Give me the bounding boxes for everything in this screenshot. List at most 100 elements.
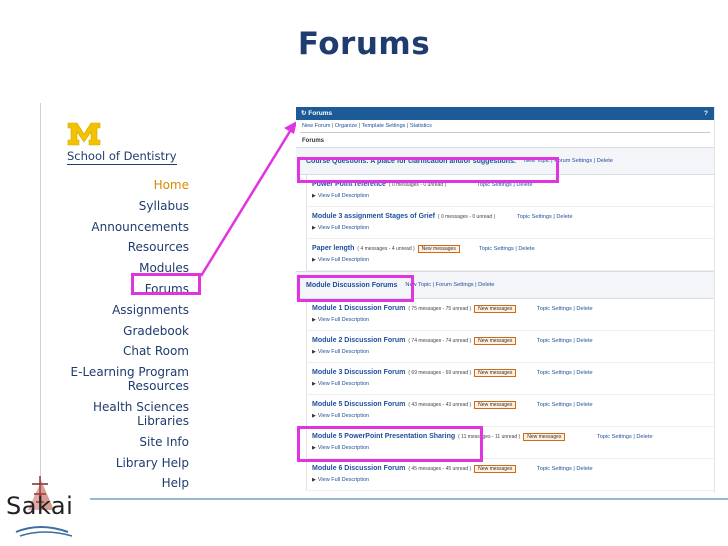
- topic-actions: Topic Settings | Delete: [537, 370, 593, 376]
- topic-title[interactable]: Module 3 Discussion Forum: [312, 369, 405, 376]
- view-description-link[interactable]: View Full Description: [318, 257, 369, 263]
- new-messages-badge[interactable]: New messages: [474, 337, 517, 345]
- nav-item-gradebook[interactable]: Gradebook: [41, 321, 189, 342]
- forums-tool-header: ↻ Forums ?: [296, 107, 714, 120]
- topic-counts: ( 75 messages - 75 unread ): [408, 306, 472, 312]
- new-messages-badge[interactable]: New messages: [523, 433, 566, 441]
- topic-title[interactable]: Module 1 Discussion Forum: [312, 305, 405, 312]
- footer-rule: [90, 498, 728, 500]
- topic-counts: ( 69 messages - 69 unread ): [408, 370, 472, 376]
- topic-counts: ( 45 messages - 45 unread ): [408, 466, 472, 472]
- expand-triangle-icon[interactable]: ▶: [312, 381, 316, 387]
- view-description-link[interactable]: View Full Description: [318, 349, 369, 355]
- topic-actions: Topic Settings | Delete: [537, 338, 593, 344]
- topic-title[interactable]: Module 5 Discussion Forum: [312, 401, 405, 408]
- school-logo: School of Dentistry: [67, 121, 177, 165]
- nav-item-assignments[interactable]: Assignments: [41, 300, 189, 321]
- nav-item-health-sciences-line1[interactable]: Health Sciences: [41, 397, 189, 414]
- new-messages-badge[interactable]: New messages: [474, 369, 517, 377]
- topic-settings-link[interactable]: Topic Settings: [517, 214, 552, 220]
- forums-tool-title: Forums: [308, 110, 333, 117]
- expand-triangle-icon[interactable]: ▶: [312, 193, 316, 199]
- delete-topic-link[interactable]: Delete: [576, 338, 592, 344]
- topic-settings-link[interactable]: Topic Settings: [537, 402, 572, 408]
- site-nav-panel: School of Dentistry Home Syllabus Announ…: [40, 103, 203, 493]
- new-messages-badge[interactable]: New messages: [474, 465, 517, 473]
- view-description-link[interactable]: View Full Description: [318, 317, 369, 323]
- nav-item-syllabus[interactable]: Syllabus: [41, 196, 189, 217]
- powerpoint-topic-highlight-box: [297, 426, 483, 462]
- delete-topic-link[interactable]: Delete: [576, 402, 592, 408]
- topic-actions: Topic Settings | Delete: [597, 434, 653, 440]
- delete-topic-link[interactable]: Delete: [518, 246, 534, 252]
- topic-actions: Topic Settings | Delete: [537, 402, 593, 408]
- topic-row: Module 5 Discussion Forum( 43 messages -…: [306, 395, 714, 427]
- topic-counts: ( 4 messages - 4 unread ): [357, 246, 415, 252]
- forum-settings-link[interactable]: Forum Settings: [554, 158, 592, 164]
- topic-settings-link[interactable]: Topic Settings: [537, 338, 572, 344]
- help-icon[interactable]: ?: [704, 107, 708, 120]
- topic-counts: ( 74 messages - 74 unread ): [408, 338, 472, 344]
- topic-counts: ( 0 messages - 0 unread ): [437, 214, 496, 220]
- expand-triangle-icon[interactable]: ▶: [312, 317, 316, 323]
- nav-item-announcements[interactable]: Announcements: [41, 217, 189, 238]
- nav-item-health-sciences-line2[interactable]: Libraries: [41, 414, 189, 432]
- forum-settings-link[interactable]: Forum Settings: [436, 282, 474, 288]
- view-description-link[interactable]: View Full Description: [318, 381, 369, 387]
- slide-title: Forums: [297, 26, 431, 62]
- topic-title[interactable]: Paper length: [312, 245, 354, 252]
- topic-settings-link[interactable]: Topic Settings: [537, 306, 572, 312]
- topic-row: Module 3 Discussion Forum( 69 messages -…: [306, 363, 714, 395]
- forums-toolbar: New Forum | Organize | Template Settings…: [302, 123, 432, 129]
- view-description-link[interactable]: View Full Description: [318, 413, 369, 419]
- organize-link[interactable]: Organize: [335, 123, 357, 129]
- forum-actions: New Topic | Forum Settings | Delete: [405, 282, 495, 288]
- michigan-m-logo-icon: [67, 122, 101, 146]
- topic-title[interactable]: Module 2 Discussion Forum: [312, 337, 405, 344]
- expand-triangle-icon[interactable]: ▶: [312, 413, 316, 419]
- new-messages-badge[interactable]: New messages: [474, 401, 517, 409]
- view-description-link[interactable]: View Full Description: [318, 225, 369, 231]
- nav-item-elearning-line2[interactable]: Resources: [41, 379, 189, 397]
- delete-topic-link[interactable]: Delete: [636, 434, 652, 440]
- expand-triangle-icon[interactable]: ▶: [312, 257, 316, 263]
- forums-section-heading: Forums: [302, 138, 325, 144]
- module-forums-highlight-box: [297, 275, 414, 302]
- topic-row: Module 3 assignment Stages of Grief( 0 m…: [306, 207, 714, 239]
- nav-item-site-info[interactable]: Site Info: [41, 432, 189, 453]
- delete-topic-link[interactable]: Delete: [556, 214, 572, 220]
- topic-settings-link[interactable]: Topic Settings: [597, 434, 632, 440]
- topic-row: Module 1 Discussion Forum( 75 messages -…: [306, 299, 714, 331]
- topic-actions: Topic Settings | Delete: [537, 306, 593, 312]
- topic-settings-link[interactable]: Topic Settings: [537, 466, 572, 472]
- site-nav-list: Home Syllabus Announcements Resources Mo…: [41, 175, 189, 494]
- expand-triangle-icon[interactable]: ▶: [312, 477, 316, 483]
- forums-highlight-box: [131, 273, 201, 295]
- statistics-link[interactable]: Statistics: [410, 123, 432, 129]
- delete-forum-link[interactable]: Delete: [597, 158, 613, 164]
- topic-title[interactable]: Module 6 Discussion Forum: [312, 465, 405, 472]
- course-questions-highlight-box: [297, 157, 559, 183]
- delete-topic-link[interactable]: Delete: [576, 306, 592, 312]
- view-description-link[interactable]: View Full Description: [318, 193, 369, 199]
- nav-item-resources[interactable]: Resources: [41, 237, 189, 258]
- delete-topic-link[interactable]: Delete: [576, 370, 592, 376]
- expand-triangle-icon[interactable]: ▶: [312, 349, 316, 355]
- nav-item-home[interactable]: Home: [41, 175, 189, 196]
- view-description-link[interactable]: View Full Description: [318, 477, 369, 483]
- new-messages-badge[interactable]: New messages: [474, 305, 517, 313]
- topic-settings-link[interactable]: Topic Settings: [537, 370, 572, 376]
- delete-topic-link[interactable]: Delete: [576, 466, 592, 472]
- delete-forum-link[interactable]: Delete: [478, 282, 494, 288]
- topic-title[interactable]: Module 3 assignment Stages of Grief: [312, 213, 435, 220]
- topic-actions: Topic Settings | Delete: [537, 466, 593, 472]
- sakai-wordmark: Sakai: [6, 492, 74, 520]
- expand-triangle-icon[interactable]: ▶: [312, 225, 316, 231]
- nav-item-elearning-line1[interactable]: E-Learning Program: [41, 362, 189, 379]
- school-name: School of Dentistry: [67, 149, 177, 165]
- new-forum-link[interactable]: New Forum: [302, 123, 330, 129]
- new-messages-badge[interactable]: New messages: [417, 245, 460, 253]
- nav-item-chat-room[interactable]: Chat Room: [41, 341, 189, 362]
- topic-settings-link[interactable]: Topic Settings: [479, 246, 514, 252]
- template-settings-link[interactable]: Template Settings: [362, 123, 406, 129]
